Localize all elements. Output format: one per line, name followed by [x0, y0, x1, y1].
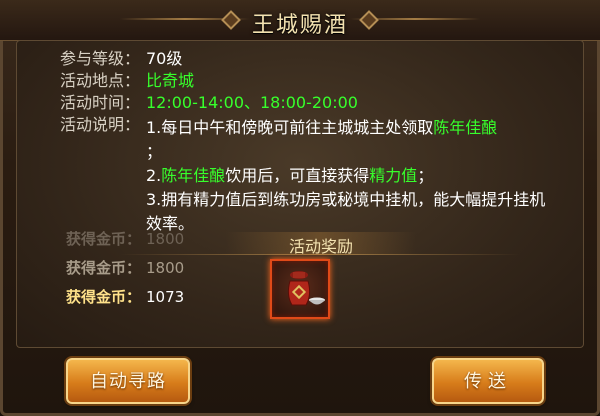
reward-divider [120, 254, 520, 255]
event-description: 1.每日中午和傍晚可前往主城城主处领取陈年佳酿 ； 2.陈年佳酿饮用后，可直接获… [146, 116, 546, 236]
time-label: 活动时间： [60, 93, 141, 112]
gold-amount: 1800 [146, 259, 185, 277]
level-label: 参与等级： [60, 49, 141, 68]
time-row: 活动时间： 12:00-14:00、18:00-20:00 [60, 92, 560, 114]
description-label: 活动说明： [60, 115, 141, 134]
location-row: 活动地点： 比奇城 [60, 70, 560, 92]
bowl-icon [309, 297, 325, 305]
reward-item-slot[interactable] [270, 259, 330, 319]
description-line-1: 1.每日中午和傍晚可前往主城城主处领取陈年佳酿 [146, 118, 498, 137]
title-bar: 王城赐酒 [0, 0, 600, 41]
gold-log-entry: 获得金币： 1800 [66, 230, 185, 248]
level-row: 参与等级： 70级 [60, 48, 560, 70]
description-line-2: 2.陈年佳酿饮用后，可直接获得精力值； [146, 166, 434, 185]
item-name-highlight: 陈年佳酿 [161, 166, 226, 185]
gold-amount: 1073 [146, 288, 185, 306]
description-line-3: 3.拥有精力值后到练功房或秘境中挂机，能大幅提升挂机效率。 [146, 190, 546, 233]
time-value: 12:00-14:00、18:00-20:00 [146, 93, 358, 112]
gold-amount: 1800 [146, 230, 185, 248]
level-value: 70级 [146, 49, 183, 68]
dialog-title: 王城赐酒 [251, 13, 348, 38]
auto-path-button[interactable]: 自动寻路 [66, 358, 190, 404]
gold-log-entry: 获得金币： 1073 [66, 288, 185, 306]
gold-log-entry: 获得金币： 1800 [66, 259, 185, 277]
teleport-button[interactable]: 传送 [432, 358, 544, 404]
description-line-1-end: ； [146, 142, 163, 161]
location-label: 活动地点： [60, 71, 141, 90]
location-value: 比奇城 [146, 71, 195, 90]
item-name-highlight: 陈年佳酿 [433, 118, 498, 137]
reward-name-highlight: 精力值 [369, 166, 418, 185]
